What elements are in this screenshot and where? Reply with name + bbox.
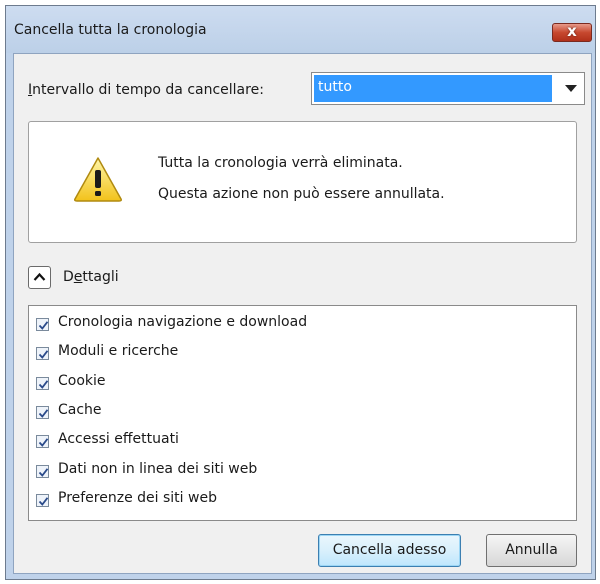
- checkmark-icon: [38, 438, 49, 447]
- checkbox-checked[interactable]: [36, 435, 49, 448]
- history-item-label: Dati non in linea dei siti web: [58, 461, 258, 477]
- details-label-first: D: [63, 269, 74, 285]
- warning-message-line-1: Tutta la cronologia verrà eliminata.: [158, 155, 403, 171]
- clear-now-button[interactable]: Cancella adesso: [318, 534, 461, 567]
- checkmark-icon: [38, 321, 49, 330]
- dialog-content: Intervallo di tempo da cancellare: tutto…: [13, 53, 592, 574]
- checkmark-icon: [38, 468, 49, 477]
- warning-box: Tutta la cronologia verrà eliminata. Que…: [28, 121, 577, 243]
- checkmark-icon: [38, 350, 49, 359]
- warning-message-line-2: Questa azione non può essere annullata.: [158, 186, 445, 202]
- details-label-rest: ttagli: [82, 269, 119, 285]
- dropdown-arrow-icon[interactable]: [565, 85, 577, 92]
- checkbox-checked[interactable]: [36, 406, 49, 419]
- checkmark-icon: [38, 409, 49, 418]
- history-item-label: Cronologia navigazione e download: [58, 314, 308, 330]
- history-item-label: Accessi effettuati: [58, 431, 179, 447]
- checkmark-icon: [38, 497, 49, 506]
- details-toggle-button[interactable]: [28, 266, 51, 289]
- title-bar[interactable]: Cancella tutta la cronologia x: [6, 6, 595, 53]
- checkbox-checked[interactable]: [36, 494, 49, 507]
- history-item-label: Cache: [58, 402, 102, 418]
- history-item-label: Cookie: [58, 373, 106, 389]
- history-item-label: Preferenze dei siti web: [58, 490, 217, 506]
- warning-icon: [74, 157, 122, 202]
- checkbox-checked[interactable]: [36, 377, 49, 390]
- cancel-button[interactable]: Annulla: [486, 534, 577, 567]
- close-icon: x: [567, 22, 577, 40]
- checkbox-checked[interactable]: [36, 318, 49, 331]
- checkbox-checked[interactable]: [36, 347, 49, 360]
- chevron-up-icon: [33, 272, 46, 281]
- checkmark-icon: [38, 380, 49, 389]
- details-label: Dettagli: [63, 269, 119, 285]
- time-range-select[interactable]: tutto: [311, 72, 585, 105]
- history-item-label: Moduli e ricerche: [58, 343, 179, 359]
- time-range-label-rest: ntervallo di tempo da cancellare:: [32, 82, 264, 98]
- close-button[interactable]: x: [552, 22, 592, 42]
- history-items-list: Cronologia navigazione e download Moduli…: [28, 305, 577, 521]
- checkbox-checked[interactable]: [36, 465, 49, 478]
- time-range-selected-value: tutto: [314, 75, 552, 102]
- time-range-label: Intervallo di tempo da cancellare:: [28, 82, 264, 98]
- dialog-window: Cancella tutta la cronologia x Intervall…: [5, 5, 596, 580]
- window-title: Cancella tutta la cronologia: [14, 22, 207, 38]
